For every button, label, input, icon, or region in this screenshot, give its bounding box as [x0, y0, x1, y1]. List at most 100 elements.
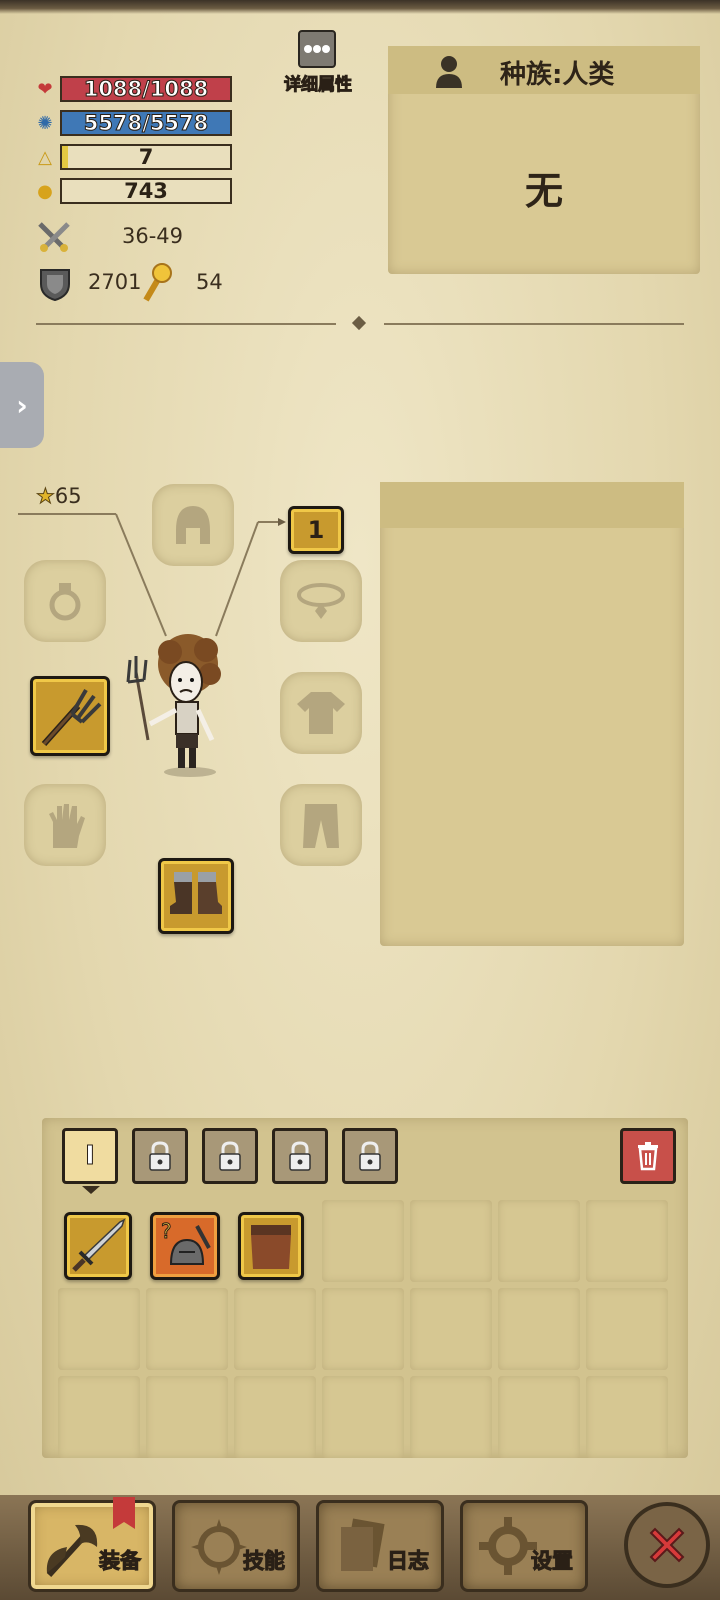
armor-slot[interactable] — [280, 672, 362, 754]
journal-pages-icon — [341, 1518, 385, 1571]
chevron-right-icon: › — [16, 388, 28, 422]
unknown-helmet-icon: ? — [161, 1219, 211, 1265]
inventory-tab-locked-5[interactable] — [342, 1128, 398, 1184]
slot-badge[interactable]: 1 — [288, 506, 344, 554]
inventory-item-mystery-armor[interactable]: ? — [150, 1212, 220, 1280]
close-button[interactable] — [624, 1502, 710, 1588]
race-value: 无 — [524, 169, 563, 213]
gold-value: 743 — [124, 179, 168, 203]
level-triangle-icon: △ — [38, 146, 52, 168]
glove-icon — [49, 804, 85, 848]
item-info-header — [380, 482, 684, 528]
inventory-cell[interactable] — [146, 1288, 228, 1370]
inventory-cell[interactable] — [410, 1200, 492, 1282]
nav-skills-button[interactable]: 技能 — [172, 1500, 300, 1592]
skills-emblem-icon — [191, 1519, 247, 1575]
nav-log-button[interactable]: 日志 — [316, 1500, 444, 1592]
bookmark-ribbon-icon — [113, 1497, 135, 1529]
inventory-item-leather[interactable] — [238, 1212, 304, 1280]
nav-log-label: 日志 — [387, 1549, 430, 1574]
level-row: △ 7 — [34, 142, 232, 172]
crossed-swords-icon — [36, 220, 72, 256]
more-dots-icon — [298, 30, 336, 68]
active-tab-pointer — [82, 1186, 100, 1194]
inventory-cell[interactable] — [322, 1200, 404, 1282]
inventory-cell[interactable] — [498, 1200, 580, 1282]
helmet-slot[interactable] — [152, 484, 234, 566]
person-icon — [434, 54, 464, 88]
hp-value: 1088/1088 — [83, 77, 209, 101]
inventory-cell[interactable] — [322, 1376, 404, 1458]
inventory-cell[interactable] — [58, 1376, 140, 1458]
gloves-slot[interactable] — [24, 784, 106, 866]
slot-badge-value: 1 — [307, 516, 325, 544]
gold-bar: 743 — [60, 178, 232, 204]
padlock-icon — [289, 1141, 311, 1171]
trash-icon — [638, 1142, 658, 1171]
armor-shirt-icon — [297, 692, 345, 734]
race-title: 种族:人类 — [500, 60, 615, 90]
ring-icon — [49, 583, 81, 621]
mana-value: 5578/5578 — [83, 111, 209, 135]
attack-value: 36-49 — [122, 224, 184, 248]
inventory-cell[interactable] — [498, 1376, 580, 1458]
top-frame-edge — [0, 0, 720, 14]
details-button[interactable]: 详细属性 — [282, 28, 354, 98]
inventory-cell[interactable] — [410, 1376, 492, 1458]
inventory-cell[interactable] — [586, 1200, 668, 1282]
battle-axe-icon — [46, 1524, 98, 1578]
close-x-icon — [649, 1527, 685, 1563]
inventory-cell[interactable] — [410, 1288, 492, 1370]
sword-icon — [72, 1218, 126, 1272]
race-panel: 种族:人类 无 — [388, 46, 700, 274]
hp-row: ❤ 1088/1088 — [34, 74, 232, 104]
inventory-cell[interactable] — [586, 1376, 668, 1458]
inventory-cell[interactable] — [234, 1288, 316, 1370]
details-label: 详细属性 — [284, 75, 353, 96]
inventory-cell[interactable] — [146, 1376, 228, 1458]
pants-icon — [303, 804, 339, 848]
padlock-icon — [359, 1141, 381, 1171]
character-figure — [124, 630, 234, 780]
inventory-cell[interactable] — [234, 1376, 316, 1458]
inventory-item-sword[interactable] — [64, 1212, 132, 1280]
armor-value: 2701 — [88, 270, 142, 294]
trash-button[interactable] — [620, 1128, 676, 1184]
inventory-tab-locked-4[interactable] — [272, 1128, 328, 1184]
nav-equipment-label: 装备 — [99, 1549, 142, 1574]
gold-row: ● 743 — [34, 176, 232, 206]
leather-armor-icon — [251, 1225, 291, 1269]
nav-skills-label: 技能 — [243, 1549, 286, 1574]
inventory-cell[interactable] — [586, 1288, 668, 1370]
pants-slot[interactable] — [280, 784, 362, 866]
inventory-cell[interactable] — [322, 1288, 404, 1370]
padlock-icon — [149, 1141, 171, 1171]
ring-slot[interactable] — [24, 560, 106, 642]
mana-icon: ✺ — [37, 112, 53, 134]
level-bar: 7 — [60, 144, 232, 170]
inventory-cell[interactable] — [58, 1288, 140, 1370]
inventory-tab-locked-3[interactable] — [202, 1128, 258, 1184]
inventory-cell[interactable] — [498, 1288, 580, 1370]
equipped-boots[interactable] — [158, 858, 234, 934]
section-divider — [36, 315, 684, 331]
inventory-tab-locked-2[interactable] — [132, 1128, 188, 1184]
amulet-icon — [297, 583, 345, 619]
level-value: 7 — [138, 145, 154, 169]
inventory-tab-1[interactable]: I — [62, 1128, 118, 1184]
boots-icon — [170, 872, 222, 914]
helmet-icon — [176, 506, 210, 544]
mana-bar: 5578/5578 — [60, 110, 232, 136]
nav-settings-button[interactable]: 设置 — [460, 1500, 588, 1592]
tab-1-label: I — [85, 1141, 96, 1172]
item-info-panel — [380, 482, 684, 946]
nav-equipment-button[interactable]: 装备 — [28, 1497, 156, 1592]
gold-nugget-icon: ● — [37, 180, 53, 202]
amulet-slot[interactable] — [280, 560, 362, 642]
hp-bar: 1088/1088 — [60, 76, 232, 102]
equipped-pitchfork[interactable] — [30, 676, 110, 756]
svg-text:?: ? — [161, 1219, 172, 1243]
pitchfork-icon — [41, 688, 102, 747]
heart-icon: ❤ — [37, 78, 53, 100]
side-expand-button[interactable]: › — [0, 362, 44, 448]
